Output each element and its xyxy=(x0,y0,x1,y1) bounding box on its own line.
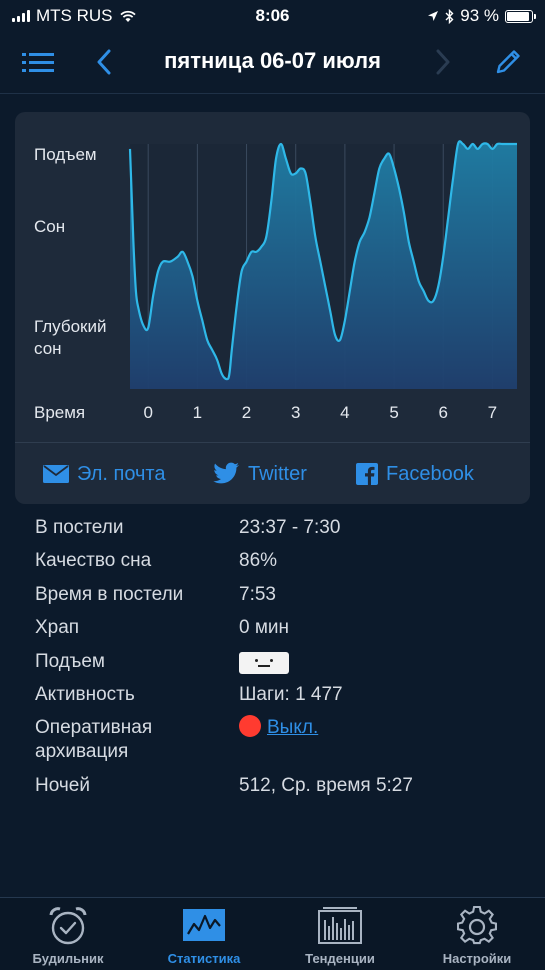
bluetooth-icon xyxy=(445,8,454,24)
alarm-clock-icon xyxy=(49,907,87,945)
x-tick-label: 7 xyxy=(488,403,497,422)
status-right: 93 % xyxy=(427,6,536,26)
twitter-share-button[interactable]: Twitter xyxy=(212,443,307,504)
x-axis-label: Время xyxy=(34,403,85,422)
stat-value: 0 мин xyxy=(239,617,290,638)
battery-percent: 93 % xyxy=(460,6,499,25)
pencil-icon xyxy=(496,50,520,74)
tab-label: Статистика xyxy=(167,951,241,966)
backup-toggle-link[interactable]: Выкл. xyxy=(267,717,318,738)
next-day-button[interactable] xyxy=(425,46,461,78)
stat-label: Время в постели xyxy=(35,584,184,605)
tab-label: Настройки xyxy=(442,951,512,966)
settings-gear-icon xyxy=(457,906,497,945)
stat-value: Выкл. xyxy=(239,714,318,740)
y-axis-label: Сон xyxy=(34,217,65,236)
signal-icon xyxy=(12,10,30,22)
trends-icon xyxy=(318,907,362,944)
location-arrow-icon xyxy=(428,11,439,21)
sleep-chart: 0 1 2 3 4 5 6 7 Время Подъем Сон Глубокий сон xyxy=(34,140,517,422)
y-axis-label: сон xyxy=(34,339,62,358)
facebook-share-button[interactable]: Facebook xyxy=(356,443,474,504)
stat-label-line: архивация xyxy=(35,741,129,762)
twitter-share-label: Twitter xyxy=(248,462,307,485)
facebook-share-label: Facebook xyxy=(386,462,474,485)
stat-label: В постели xyxy=(35,517,124,538)
x-tick-label: 4 xyxy=(340,403,349,422)
stat-label: Подъем xyxy=(35,651,105,672)
stat-value: 23:37 - 7:30 xyxy=(239,517,341,538)
twitter-bird-icon xyxy=(213,462,239,484)
carrier-label: MTS RUS xyxy=(36,6,113,25)
page-title: пятница 06-07 июля xyxy=(164,48,381,73)
email-share-button[interactable]: Эл. почта xyxy=(43,443,166,504)
battery-icon xyxy=(505,9,536,23)
status-bar: MTS RUS 8:06 93 % xyxy=(0,0,545,32)
stat-label-line: Оперативная xyxy=(35,717,153,738)
wifi-icon xyxy=(119,10,136,22)
status-off-dot xyxy=(239,714,261,737)
y-axis-label: Глубокий xyxy=(34,317,106,336)
sleep-chart-card: 0 1 2 3 4 5 6 7 Время Подъем Сон Глубокий сон Эл. по… xyxy=(15,112,530,504)
statistics-icon xyxy=(183,909,225,941)
tab-alarm[interactable]: Будильник xyxy=(0,898,136,970)
battery-level xyxy=(507,11,530,21)
stat-value: 512, Ср. время 5:27 xyxy=(239,775,413,796)
chevron-right-icon xyxy=(436,49,450,75)
stat-label: Храп xyxy=(35,617,80,638)
stat-value xyxy=(239,650,289,674)
stat-label: Ночей xyxy=(35,775,90,796)
y-axis-label: Подъем xyxy=(34,145,97,164)
wakeup-mood-icon xyxy=(239,652,289,674)
tab-bar: Будильник Статистика Тенденции Настройки xyxy=(0,897,545,970)
share-row: Эл. почта Twitter Facebook xyxy=(15,442,530,504)
x-tick-label: 2 xyxy=(242,403,251,422)
status-left: MTS RUS xyxy=(12,6,137,26)
x-tick-label: 3 xyxy=(291,403,300,422)
envelope-icon xyxy=(43,465,69,483)
stat-label: Оперативная архивация xyxy=(35,716,152,764)
tab-trends[interactable]: Тенденции xyxy=(272,898,408,970)
x-tick-label: 5 xyxy=(389,403,398,422)
nav-bar: пятница 06-07 июля xyxy=(0,32,545,94)
x-tick-label: 1 xyxy=(193,403,202,422)
stat-label: Качество сна xyxy=(35,550,152,571)
stat-value: 7:53 xyxy=(239,584,276,605)
x-tick-label: 0 xyxy=(143,403,152,422)
tab-label: Тенденции xyxy=(305,951,375,966)
stat-value: Шаги: 1 477 xyxy=(239,684,343,705)
email-share-label: Эл. почта xyxy=(77,462,166,485)
tab-settings[interactable]: Настройки xyxy=(409,898,545,970)
tab-statistics[interactable]: Статистика xyxy=(136,898,272,970)
stat-value: 86% xyxy=(239,550,278,571)
facebook-icon xyxy=(356,463,378,485)
tab-label: Будильник xyxy=(32,951,104,966)
stat-label: Активность xyxy=(35,684,135,705)
edit-button[interactable] xyxy=(490,46,526,78)
x-tick-label: 6 xyxy=(439,403,448,422)
